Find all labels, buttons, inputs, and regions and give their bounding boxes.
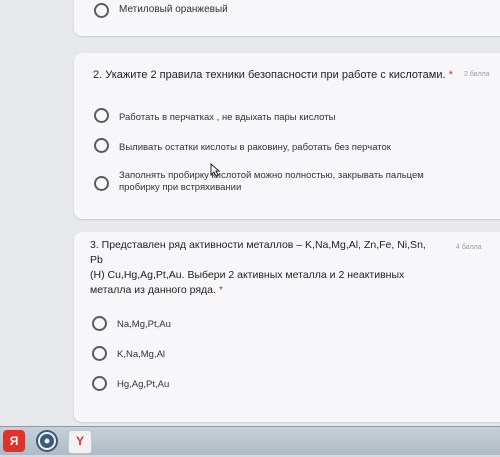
- option-label: Заполнять пробирку кислотой можно полнос…: [119, 170, 424, 181]
- option-label: Na,Mg,Pt,Au: [117, 319, 171, 330]
- radio-option[interactable]: [92, 376, 107, 391]
- points-badge: 4 балла: [456, 244, 482, 251]
- question-card-1: Метиловый оранжевый: [74, 0, 500, 36]
- option-label: пробирку при встряхивании: [119, 182, 242, 193]
- option-label: Работать в перчатках , не вдыхать пары к…: [119, 112, 336, 123]
- question-title: 2. Укажите 2 правила техники безопасност…: [93, 69, 453, 81]
- yandex-browser-icon[interactable]: Y: [68, 430, 92, 454]
- form-page: Метиловый оранжевый 2. Укажите 2 правила…: [0, 0, 500, 426]
- option-label: Выливать остатки кислоты в раковину, раб…: [119, 142, 391, 153]
- radio-option[interactable]: [94, 108, 109, 123]
- question-card-2: 2. Укажите 2 правила техники безопасност…: [74, 53, 500, 219]
- radio-option[interactable]: [94, 3, 109, 18]
- option-label: Метиловый оранжевый: [119, 4, 228, 15]
- option-label: Hg,Ag,Pt,Au: [117, 379, 170, 390]
- mouse-cursor-icon: [210, 163, 220, 177]
- question-card-3: 3. Представлен ряд активности металлов –…: [74, 232, 500, 422]
- points-badge: 2 балла: [464, 71, 490, 78]
- radio-option[interactable]: [92, 346, 107, 361]
- radio-option[interactable]: [94, 176, 109, 191]
- taskbar: Я Y: [0, 426, 500, 455]
- question-title: 3. Представлен ряд активности металлов –…: [90, 239, 426, 296]
- radio-option[interactable]: [94, 138, 109, 153]
- yandex-icon[interactable]: Я: [3, 430, 25, 452]
- media-player-icon[interactable]: [36, 430, 58, 452]
- radio-option[interactable]: [92, 316, 107, 331]
- option-label: K,Na,Mg,Al: [117, 349, 166, 360]
